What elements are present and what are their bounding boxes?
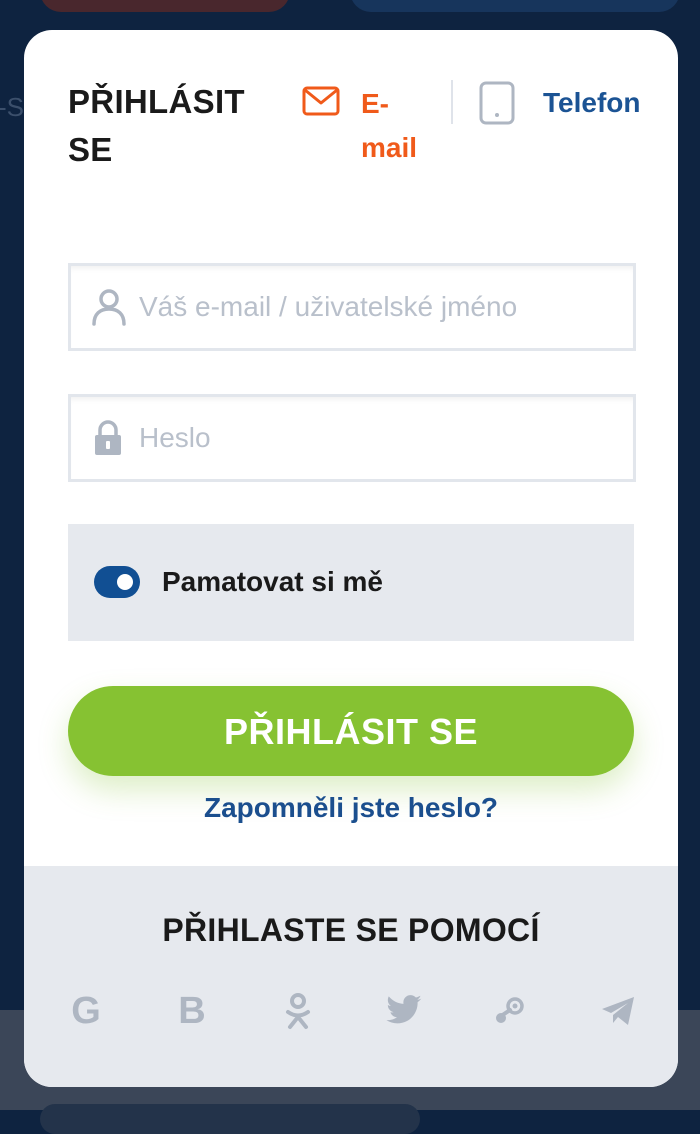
password-input[interactable] (137, 415, 621, 461)
social-login-panel: PŘIHLASTE SE POMOCÍ G B (24, 866, 678, 1087)
background-text-fragment: -S (0, 92, 24, 122)
tab-phone[interactable]: Telefon (478, 80, 658, 130)
tab-email-label: E-mail (361, 88, 418, 163)
modal-title: PŘIHLÁSIT SE (68, 83, 245, 168)
steam-icon[interactable] (490, 991, 530, 1031)
background-button-fragment (350, 0, 680, 12)
vk-icon[interactable]: B (172, 991, 212, 1031)
phone-icon (478, 80, 516, 131)
email-field (68, 263, 636, 351)
odnoklassniki-icon[interactable] (278, 991, 318, 1031)
background-bottom-fragment (40, 1104, 420, 1134)
login-modal: PŘIHLÁSIT SE E-mail Telefon Váš e-mail /… (24, 30, 678, 1087)
login-button[interactable]: PŘIHLÁSIT SE (68, 686, 634, 776)
background-button-fragment (40, 0, 290, 12)
toggle-knob (117, 574, 133, 590)
forgot-password-link[interactable]: Zapomněli jste heslo? (24, 790, 678, 826)
telegram-icon[interactable] (598, 991, 638, 1031)
remember-me-label: Pamatovat si mě (162, 566, 383, 597)
password-field (68, 394, 636, 482)
twitter-icon[interactable] (384, 991, 424, 1031)
tab-email[interactable]: E-mail (302, 82, 432, 163)
user-icon (91, 288, 127, 331)
tab-phone-label: Telefon (543, 87, 641, 118)
lock-icon (91, 419, 125, 462)
remember-me-panel: Pamatovat si mě (68, 524, 634, 641)
remember-me-toggle[interactable] (94, 566, 140, 598)
envelope-icon (302, 86, 340, 121)
email-input[interactable] (137, 284, 621, 330)
social-login-heading: PŘIHLASTE SE POMOCÍ (162, 912, 540, 948)
google-icon[interactable]: G (66, 991, 106, 1031)
tab-divider (451, 80, 453, 124)
